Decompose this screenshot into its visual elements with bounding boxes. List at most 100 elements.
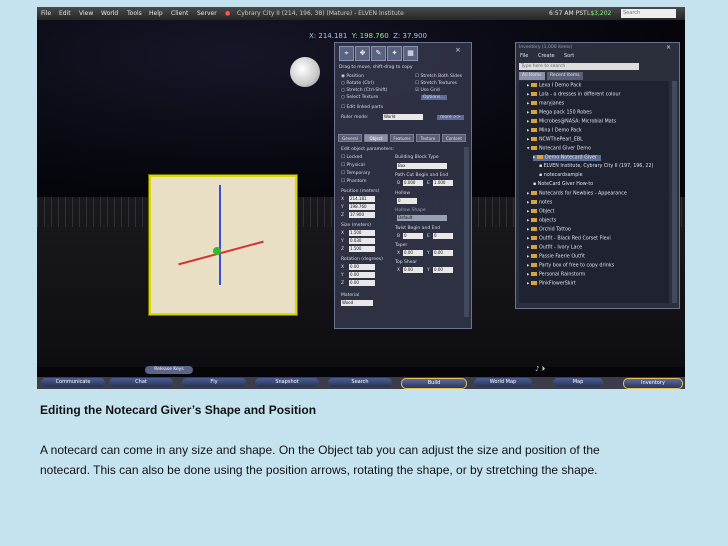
inv-item[interactable]: ▸ Notecards for Newbies - Appearance xyxy=(527,191,627,197)
y-axis-handle[interactable] xyxy=(213,247,221,255)
release-keys-button[interactable]: Release Keys xyxy=(145,366,193,374)
inv-item[interactable]: ▪ ELVEN Institute, Cybrary City II (197,… xyxy=(539,164,653,169)
inv-item[interactable]: ▪ notecardsample xyxy=(539,173,583,178)
build-button[interactable]: Build xyxy=(401,378,467,389)
more-button[interactable]: more >> xyxy=(437,115,464,120)
phantom-check[interactable]: ☐ Phantom xyxy=(341,179,367,184)
stretch-textures-check[interactable]: ☐ Stretch Textures xyxy=(415,81,457,86)
inv-item[interactable]: ▸ Lola - a dresses in different colour xyxy=(527,92,620,98)
inv-item[interactable]: ▸ Personal Rainstorm xyxy=(527,272,585,278)
menu-world[interactable]: World xyxy=(101,7,118,20)
inv-item[interactable]: ▸ Mega pack 150 Robes xyxy=(527,110,592,116)
tab-object[interactable]: Object xyxy=(364,134,388,142)
pos-x-field[interactable]: 214.181 xyxy=(349,196,375,202)
option-rotate[interactable]: ○ Rotate (Ctrl) xyxy=(341,81,374,86)
taper-x-field[interactable]: 0.00 xyxy=(403,250,423,256)
search-button[interactable]: Search xyxy=(328,378,392,387)
menu-view[interactable]: View xyxy=(79,7,93,20)
land-tool-icon[interactable]: ▦ xyxy=(403,46,418,61)
inv-menu-create[interactable]: Create xyxy=(538,53,555,59)
rot-x-field[interactable]: 0.00 xyxy=(349,264,375,270)
build-scrollbar[interactable] xyxy=(464,147,469,317)
inv-item[interactable]: ▸ Microbes@NASA: Microbial Mats xyxy=(527,119,616,125)
inv-item[interactable]: ▸ Outfit - Black Red Corset Flexi xyxy=(527,236,611,242)
grid-options-button[interactable]: Options... xyxy=(421,95,447,100)
notecard-giver-prim[interactable] xyxy=(149,175,297,315)
inventory-close-icon[interactable]: × xyxy=(666,44,671,51)
communicate-button[interactable]: Communicate xyxy=(41,378,105,387)
shear-x-field[interactable]: 0.00 xyxy=(403,267,423,273)
inv-item[interactable]: ▸ Passie Faerie Outfit xyxy=(527,254,585,260)
size-z-field[interactable]: 1.500 xyxy=(349,246,375,252)
tab-content[interactable]: Content xyxy=(442,134,466,142)
tab-features[interactable]: Features xyxy=(390,134,414,142)
edit-linked-check[interactable]: ☐ Edit linked parts xyxy=(341,105,383,110)
inv-item[interactable]: ▸ Object xyxy=(527,209,555,215)
z-axis-arrow[interactable] xyxy=(219,185,221,285)
inv-item[interactable]: ▪ NoteCard Giver How-to xyxy=(533,182,593,187)
inv-item[interactable]: ▸ Lexa I Demo Pack xyxy=(527,83,581,89)
create-tool-icon[interactable]: ✦ xyxy=(387,46,402,61)
tab-recent-items[interactable]: Recent Items xyxy=(547,72,583,80)
locked-check[interactable]: ☐ Locked xyxy=(341,155,362,160)
material-select[interactable]: Wood xyxy=(341,300,373,306)
option-stretch[interactable]: ○ Stretch (Ctrl-Shift) xyxy=(341,88,387,93)
menu-tools[interactable]: Tools xyxy=(127,7,142,20)
menu-server[interactable]: Server xyxy=(197,7,217,20)
inv-menu-sort[interactable]: Sort xyxy=(564,53,574,59)
inv-item[interactable]: ▸ Outfit - Ivory Lace xyxy=(527,245,582,251)
ruler-mode-select[interactable]: World xyxy=(383,114,423,120)
temporary-check[interactable]: ☐ Temporary xyxy=(341,171,370,176)
size-y-field[interactable]: 0.030 xyxy=(349,238,375,244)
inv-menu-file[interactable]: File xyxy=(520,53,528,59)
world-map-button[interactable]: World Map xyxy=(474,378,532,387)
inventory-button[interactable]: Inventory xyxy=(623,378,683,389)
inv-item[interactable]: ▸ PinkFlowerSkirt xyxy=(527,281,576,287)
use-grid-check[interactable]: ☑ Use Grid xyxy=(415,88,440,93)
inv-item-selected[interactable]: ▸ Demo Notecard Giver xyxy=(533,155,601,161)
path-cut-b-field[interactable]: 0.000 xyxy=(403,180,423,186)
inventory-scrollbar[interactable] xyxy=(672,81,677,303)
twist-b-field[interactable]: 0 xyxy=(403,233,423,239)
size-x-field[interactable]: 1.500 xyxy=(349,230,375,236)
inv-item[interactable]: ▾ Notecard Giver Demo xyxy=(527,146,591,152)
block-type-select[interactable]: Box xyxy=(397,163,447,169)
move-tool-icon[interactable]: ✥ xyxy=(355,46,370,61)
tab-texture[interactable]: Texture xyxy=(416,134,440,142)
inv-item[interactable]: ▸ Mina I Demo Pack xyxy=(527,128,582,134)
hollow-field[interactable]: 0 xyxy=(397,198,417,204)
pos-z-field[interactable]: 37.900 xyxy=(349,212,375,218)
inv-item[interactable]: ▸ Party box of free to copy drinks xyxy=(527,263,614,269)
twist-e-field[interactable]: 0 xyxy=(433,233,453,239)
menu-edit[interactable]: Edit xyxy=(59,7,71,20)
physical-check[interactable]: ☐ Physical xyxy=(341,163,365,168)
inventory-search-input[interactable]: Type here to search xyxy=(519,63,639,70)
pos-y-field[interactable]: 198.760 xyxy=(349,204,375,210)
inv-item[interactable]: ▸ notes xyxy=(527,200,552,206)
menu-help[interactable]: Help xyxy=(149,7,163,20)
inv-item[interactable]: ▸ maryjanes xyxy=(527,101,564,107)
focus-tool-icon[interactable]: ⌖ xyxy=(339,46,354,61)
hollow-shape-select[interactable]: Default xyxy=(397,215,447,221)
taper-y-field[interactable]: 0.00 xyxy=(433,250,453,256)
chat-button[interactable]: Chat xyxy=(109,378,173,387)
option-select-texture[interactable]: ○ Select Texture xyxy=(341,95,378,100)
path-cut-e-field[interactable]: 1.000 xyxy=(433,180,453,186)
rot-y-field[interactable]: 0.00 xyxy=(349,272,375,278)
rot-z-field[interactable]: 0.00 xyxy=(349,280,375,286)
option-position[interactable]: ◉ Position xyxy=(341,74,364,79)
edit-tool-icon[interactable]: ✎ xyxy=(371,46,386,61)
menu-file[interactable]: File xyxy=(41,7,51,20)
tab-all-items[interactable]: All Items xyxy=(519,72,545,80)
close-icon[interactable]: × xyxy=(455,46,461,54)
inv-item[interactable]: ▸ NCWThePearl_EBL xyxy=(527,137,583,143)
tab-general[interactable]: General xyxy=(338,134,362,142)
search-input[interactable]: Search xyxy=(621,9,676,18)
stretch-both-check[interactable]: ☐ Stretch Both Sides xyxy=(415,74,462,79)
media-controls-icon[interactable]: ♪ ⏵ xyxy=(535,365,545,374)
inv-item[interactable]: ▸ Orchid Tattoo xyxy=(527,227,571,233)
snapshot-button[interactable]: Snapshot xyxy=(255,378,319,387)
fly-button[interactable]: Fly xyxy=(182,378,246,387)
menu-client[interactable]: Client xyxy=(171,7,188,20)
map-button[interactable]: Map xyxy=(553,378,603,387)
